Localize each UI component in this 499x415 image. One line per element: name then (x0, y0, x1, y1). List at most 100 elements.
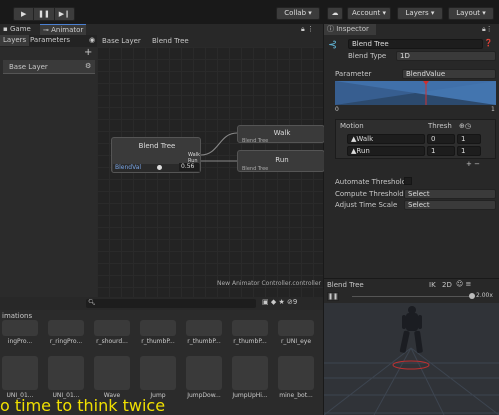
tab-animator[interactable]: ⊸ Animator (40, 24, 87, 35)
parameter-dropdown[interactable]: BlendValue (402, 69, 496, 79)
blend-graph[interactable] (335, 81, 496, 105)
asset-thumbnail[interactable] (140, 356, 176, 390)
preview-speed: 2.00x (476, 292, 493, 299)
asset-thumbnail[interactable] (94, 356, 130, 390)
layout-dropdown[interactable]: Layout ▾ (448, 7, 494, 20)
inspector-panel: ⓘ Inspector 🔒︎⋮ ⊰ Blend Tree ❓ Blend Typ… (324, 24, 499, 278)
collab-button[interactable]: Collab ▾ (276, 7, 320, 20)
play-controls: ▶ ❚❚ ▶❙ (13, 7, 75, 21)
thresh-header: Thresh (428, 122, 452, 130)
account-dropdown[interactable]: Account ▾ (347, 7, 391, 20)
motion-field-walk[interactable]: ▲Walk (347, 134, 425, 144)
tab-parameters[interactable]: Parameters (27, 35, 73, 46)
preview-time-slider[interactable] (352, 296, 472, 297)
motion-field-run[interactable]: ▲Run (347, 146, 425, 156)
layer-item-base[interactable]: Base Layer ⚙ (3, 60, 95, 74)
asset-label: r_thumbP... (233, 338, 267, 345)
assets-header: imations (2, 312, 33, 320)
add-layer-icon[interactable]: + (84, 47, 92, 58)
motion-list: Motion Thresh ⊕◷ ▲Walk 0 1 ▲Run 1 1 (335, 119, 496, 159)
gear-icon[interactable]: ⚙ (85, 62, 91, 70)
asset-thumbnail[interactable] (94, 320, 130, 336)
blend-type-value: 1D (400, 52, 410, 60)
step-icon[interactable]: ▶❙ (55, 8, 74, 20)
animator-icon: ⊸ (43, 26, 49, 34)
breadcrumb-item-blend-tree[interactable]: Blend Tree (152, 37, 189, 45)
tab-animator-label: Animator (51, 26, 84, 34)
adjust-value: Select (408, 201, 430, 209)
cloud-icon[interactable]: ☁ (327, 7, 343, 20)
asset-thumbnail[interactable] (186, 320, 222, 336)
asset-thumbnail[interactable] (186, 356, 222, 390)
main-toolbar: ▶ ❚❚ ▶❙ Collab ▾ ☁ Account ▾ Layers ▾ La… (0, 0, 499, 24)
video-subtitle: o time to think twice (0, 396, 166, 415)
thresh-field-walk[interactable]: 0 (427, 134, 455, 144)
2d-toggle[interactable]: 2D (442, 281, 452, 289)
ik-toggle[interactable]: IK (429, 281, 436, 289)
compute-thresholds-label: Compute Thresholds (335, 190, 408, 198)
asset-thumbnail[interactable] (2, 320, 38, 336)
automate-thresholds-label: Automate Thresholds (335, 178, 410, 186)
node-param-row: BlendVal 0.56 (113, 163, 200, 172)
avatar-icon[interactable]: ☺ ≡ (456, 280, 471, 288)
tab-layers[interactable]: Layers (0, 35, 30, 46)
blend-type-dropdown[interactable]: 1D (396, 51, 496, 61)
param-slider-knob[interactable] (157, 165, 162, 170)
adjust-time-label: Adjust Time Scale (335, 201, 398, 209)
search-input[interactable]: 🔍︎ (86, 299, 256, 308)
name-field[interactable]: Blend Tree (348, 39, 483, 49)
clock-icon[interactable]: ⊕◷ (459, 122, 471, 130)
blend-type-label: Blend Type (348, 52, 387, 60)
asset-thumbnail[interactable] (278, 320, 314, 336)
account-label: Account (351, 9, 381, 17)
asset-label: r_thumbP... (141, 338, 175, 345)
asset-thumbnail[interactable] (278, 356, 314, 390)
lock-icon[interactable]: 🔒︎ ⋮ (298, 24, 317, 35)
asset-thumbnail[interactable] (2, 356, 38, 390)
speed-field-walk[interactable]: 1 (457, 134, 481, 144)
motion-row-run[interactable]: ▲Run 1 1 (338, 146, 493, 156)
speed-field-run[interactable]: 1 (457, 146, 481, 156)
parameter-value: BlendValue (406, 70, 446, 78)
compute-thresholds-dropdown[interactable]: Select (404, 189, 496, 199)
asset-thumbnail[interactable] (140, 320, 176, 336)
layers-dropdown[interactable]: Layers ▾ (397, 7, 443, 20)
asset-thumbnail[interactable] (48, 320, 84, 336)
filter-icons[interactable]: ▣ ◆ ★ ⊘9 (262, 298, 297, 306)
pause-icon[interactable]: ❚❚ (34, 8, 55, 20)
breadcrumb: Base Layer Blend Tree (97, 35, 323, 47)
asset-thumbnail[interactable] (232, 320, 268, 336)
animator-graph[interactable]: Blend Tree Walk Run BlendVal 0.56 Walk B… (97, 47, 325, 297)
asset-thumbnail[interactable] (48, 356, 84, 390)
automate-thresholds-checkbox[interactable] (404, 177, 412, 185)
blend-tree-node[interactable]: Blend Tree Walk Run BlendVal 0.56 (111, 137, 201, 173)
layers-panel: + Base Layer ⚙ (0, 47, 97, 297)
run-node[interactable]: Run Blend Tree (237, 150, 325, 172)
motion-name-walk: Walk (356, 135, 374, 143)
add-motion-icon[interactable]: + − (466, 160, 480, 168)
thresh-field-run[interactable]: 1 (427, 146, 455, 156)
asset-label: mine_bot... (279, 392, 313, 399)
asset-thumbnail[interactable] (232, 356, 268, 390)
adjust-time-dropdown[interactable]: Select (404, 200, 496, 210)
motion-row-walk[interactable]: ▲Walk 0 1 (338, 134, 493, 144)
tab-inspector[interactable]: ⓘ Inspector (324, 24, 376, 35)
node-value-field[interactable]: 0.56 (179, 163, 199, 171)
lock-icon-inspector[interactable]: 🔒︎⋮ (482, 25, 493, 34)
controller-path: New Animator Controller.controller (217, 280, 321, 287)
preview-viewport[interactable] (324, 303, 499, 415)
graph-max: 1 (491, 106, 495, 113)
tab-game[interactable]: ▪ Game (0, 24, 34, 35)
preview-pause-icon[interactable]: ❚❚ (327, 292, 339, 301)
play-icon[interactable]: ▶ (14, 8, 35, 20)
walk-node[interactable]: Walk Blend Tree (237, 125, 325, 144)
breadcrumb-item-base-layer[interactable]: Base Layer (102, 37, 141, 45)
tab-inspector-label: Inspector (336, 25, 369, 33)
layer-name: Base Layer (9, 63, 48, 71)
run-node-sub: Blend Tree (242, 166, 269, 172)
help-icon[interactable]: ❓ (484, 39, 493, 47)
blend-tree-icon: ⊰ (328, 38, 338, 51)
compute-value: Select (408, 190, 430, 198)
preview-slider-knob[interactable] (469, 293, 475, 299)
search-icon: 🔍︎ (88, 299, 96, 306)
